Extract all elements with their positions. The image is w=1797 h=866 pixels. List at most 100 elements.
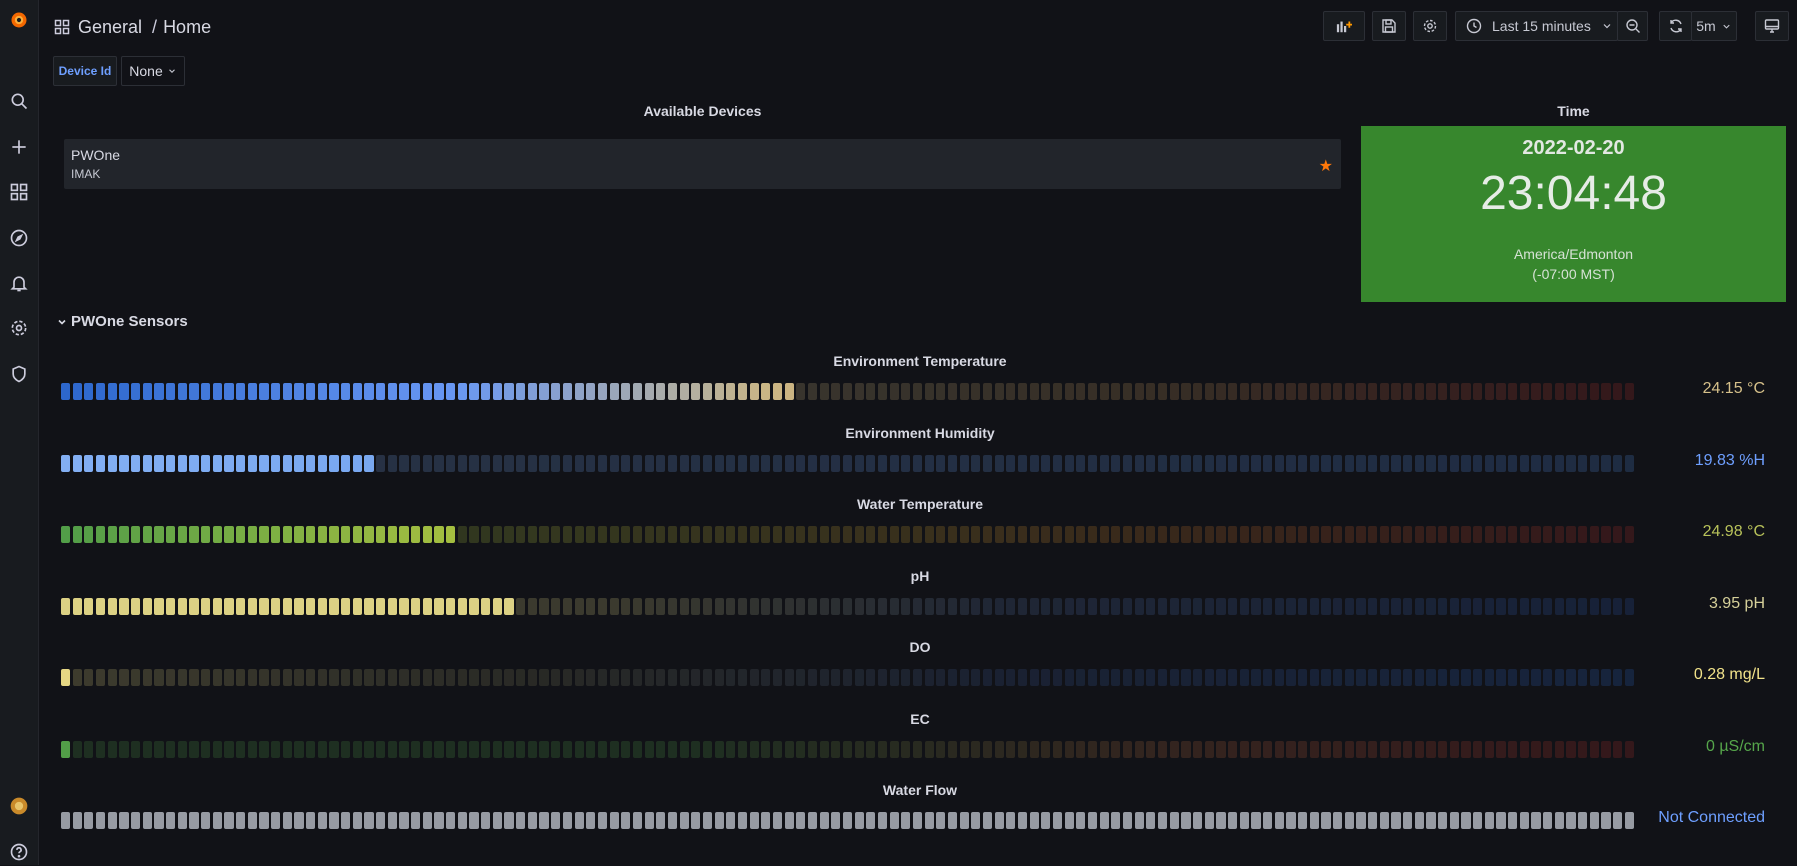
gauge-cell — [1554, 740, 1564, 758]
gauge-cell — [772, 454, 783, 472]
gauge-cell — [61, 597, 71, 615]
gauge-cell — [982, 383, 993, 400]
gauge-cell — [1566, 740, 1576, 758]
gauge-cell — [96, 454, 106, 472]
gauge-cell — [1578, 669, 1588, 686]
gauge-cell — [1508, 669, 1518, 686]
gauge-cell — [154, 669, 164, 686]
gauge-cell — [294, 383, 304, 400]
gauge-cell — [84, 526, 94, 543]
time-range-picker[interactable]: Last 15 minutes — [1455, 11, 1618, 41]
gauge-cell — [1169, 454, 1179, 472]
gauge-cell — [189, 669, 199, 686]
breadcrumb-folder[interactable]: General — [78, 17, 142, 38]
gauge-cell — [177, 383, 187, 400]
explore-compass-icon[interactable] — [5, 224, 33, 252]
gauge-cell — [119, 454, 129, 472]
gauge-cell — [61, 812, 71, 829]
gauge-cell — [1356, 454, 1366, 472]
sensors-row-header[interactable]: PWOne Sensors — [57, 313, 188, 330]
configuration-gear-icon[interactable] — [5, 314, 33, 342]
gauge-cell — [831, 740, 841, 758]
gauge-cell — [1099, 383, 1109, 400]
gauge-cell — [1309, 526, 1319, 543]
gauge-cell — [609, 812, 619, 829]
gauge-cell — [632, 669, 642, 686]
gauge-cell — [131, 669, 141, 686]
gauge-cell — [819, 597, 829, 615]
gauge-cell — [84, 812, 94, 829]
gauge-cell — [842, 740, 853, 758]
gauge-cell — [306, 526, 316, 543]
gauge-cell — [737, 526, 748, 543]
gauge-cell — [667, 669, 678, 686]
gauge-cell — [656, 454, 666, 472]
gauge-cell — [819, 383, 829, 400]
gauge-cell — [1578, 597, 1588, 615]
gauge-cell — [352, 597, 362, 615]
gauge-cell — [1041, 669, 1051, 686]
gauge-cell — [282, 740, 292, 758]
gauge-cell — [1438, 526, 1448, 543]
gauge-cell — [236, 383, 246, 400]
gauge-cell — [224, 383, 234, 400]
gauge-cell — [1414, 597, 1424, 615]
gauge-cell — [1344, 740, 1354, 758]
device-list-item[interactable]: PWOne IMAK ★ — [64, 139, 1341, 189]
add-panel-button[interactable] — [1323, 11, 1365, 41]
gauge-cell — [1263, 383, 1273, 400]
gauge-cell — [259, 597, 269, 615]
device-id-variable-label: Device Id — [53, 56, 117, 86]
gauge-cell — [1274, 383, 1284, 400]
gauge-title: DO — [909, 639, 931, 655]
plus-icon[interactable] — [5, 133, 33, 161]
star-icon[interactable]: ★ — [1319, 156, 1333, 176]
gauge-cell — [866, 597, 876, 615]
gauge-cell — [609, 383, 619, 400]
gauge-cell — [1449, 669, 1459, 686]
device-id-variable-select[interactable]: None — [121, 56, 185, 86]
gauge-cell — [1578, 526, 1588, 543]
available-devices-title: Available Devices — [643, 103, 762, 119]
gauge-cell — [107, 383, 117, 400]
refresh-interval-picker[interactable]: 5m — [1691, 11, 1737, 41]
search-icon[interactable] — [5, 87, 33, 115]
gauge-cell — [1356, 740, 1366, 758]
gauge-cell — [1403, 526, 1413, 543]
grafana-logo-icon[interactable] — [5, 6, 33, 34]
save-dashboard-button[interactable] — [1372, 11, 1406, 41]
gauge-cell — [936, 740, 946, 758]
gauge-cell — [679, 740, 689, 758]
dashboards-icon[interactable] — [5, 178, 33, 206]
zoom-out-button[interactable] — [1617, 11, 1648, 41]
dashboard-settings-button[interactable] — [1413, 11, 1447, 41]
cycle-view-mode-button[interactable] — [1755, 11, 1789, 41]
gauge-cell — [854, 812, 864, 829]
gauge-cell — [504, 740, 514, 758]
gauge-cell — [866, 669, 876, 686]
gauge-cell — [376, 812, 386, 829]
gauge-cell — [131, 597, 141, 615]
gauge-cell — [749, 383, 759, 400]
gauge-cell — [224, 597, 234, 615]
gauge-cell — [492, 526, 502, 543]
breadcrumb-page[interactable]: Home — [163, 17, 211, 38]
gauge-cell — [1298, 597, 1308, 615]
gauge-cell — [422, 454, 432, 472]
gauge-cell — [399, 526, 409, 543]
gauge-cell — [1508, 740, 1518, 758]
gauge-cell — [1123, 597, 1133, 615]
toolbar-tv — [1755, 11, 1789, 43]
gauge-cell — [959, 526, 969, 543]
gauge-cell — [866, 526, 876, 543]
gauge-cell — [1426, 454, 1436, 472]
refresh-button[interactable] — [1659, 11, 1692, 41]
gauge-cell — [1391, 383, 1401, 400]
clock-panel: 2022-02-20 23:04:48 America/Edmonton (-0… — [1361, 126, 1786, 302]
gauge-cell — [632, 383, 642, 400]
gauge-cell — [854, 740, 864, 758]
gauge-cell — [866, 383, 876, 400]
alerting-bell-icon[interactable] — [5, 269, 33, 297]
gauge-cell — [1309, 383, 1319, 400]
gauge-cell — [1274, 597, 1284, 615]
